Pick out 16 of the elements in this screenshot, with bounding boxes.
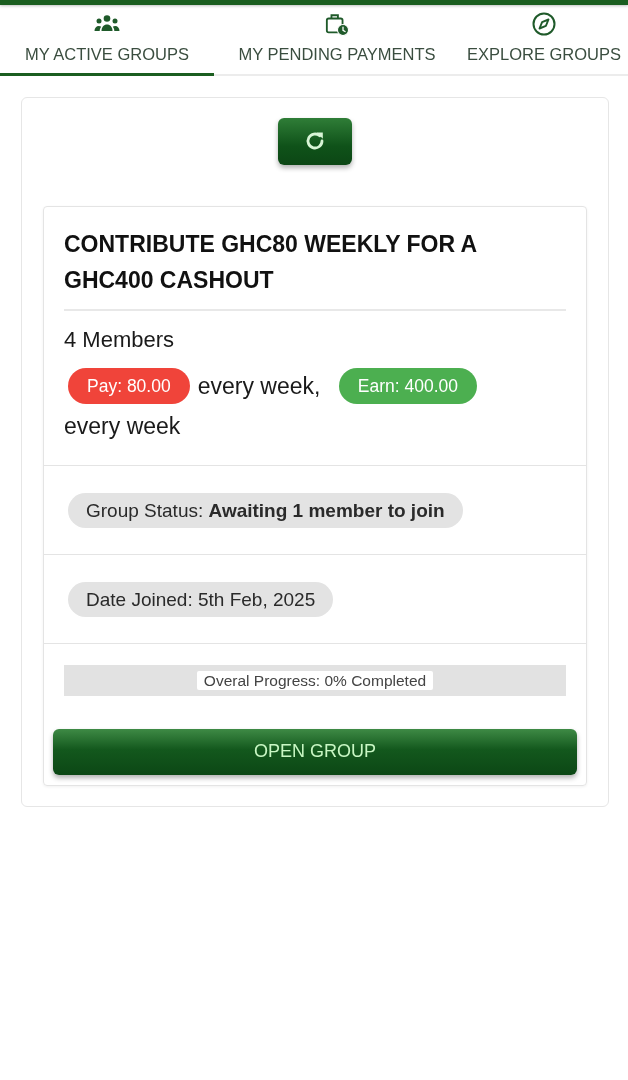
tab[interactable]: MY PENDING PAYMENTS	[214, 5, 460, 76]
earn-frequency: every week	[64, 412, 181, 439]
date-joined-pill: Date Joined: 5th Feb, 2025	[68, 581, 334, 617]
pay-amount-badge: Pay: 80.00	[68, 367, 190, 404]
open-group-button[interactable]: OPEN GROUP	[53, 728, 577, 775]
pay-frequency: every week,	[197, 372, 321, 399]
members-count: 4 Members	[64, 325, 176, 354]
progress-label: Overal Progress: 0% Completed	[196, 670, 434, 690]
group-status-pill: Group Status: Awaiting 1 member to join	[68, 492, 463, 528]
tab[interactable]: EXPLORE GROUPS	[460, 5, 628, 76]
compass-icon	[531, 12, 557, 36]
briefcase-clock-icon	[324, 12, 350, 36]
refresh-button[interactable]	[278, 117, 352, 165]
earn-amount-badge: Earn: 400.00	[338, 367, 477, 404]
group-title: CONTRIBUTE GHC80 WEEKLY FOR A GHC400 CASHOUT	[64, 225, 566, 311]
tab[interactable]: MY ACTIVE GROUPS	[0, 5, 214, 76]
